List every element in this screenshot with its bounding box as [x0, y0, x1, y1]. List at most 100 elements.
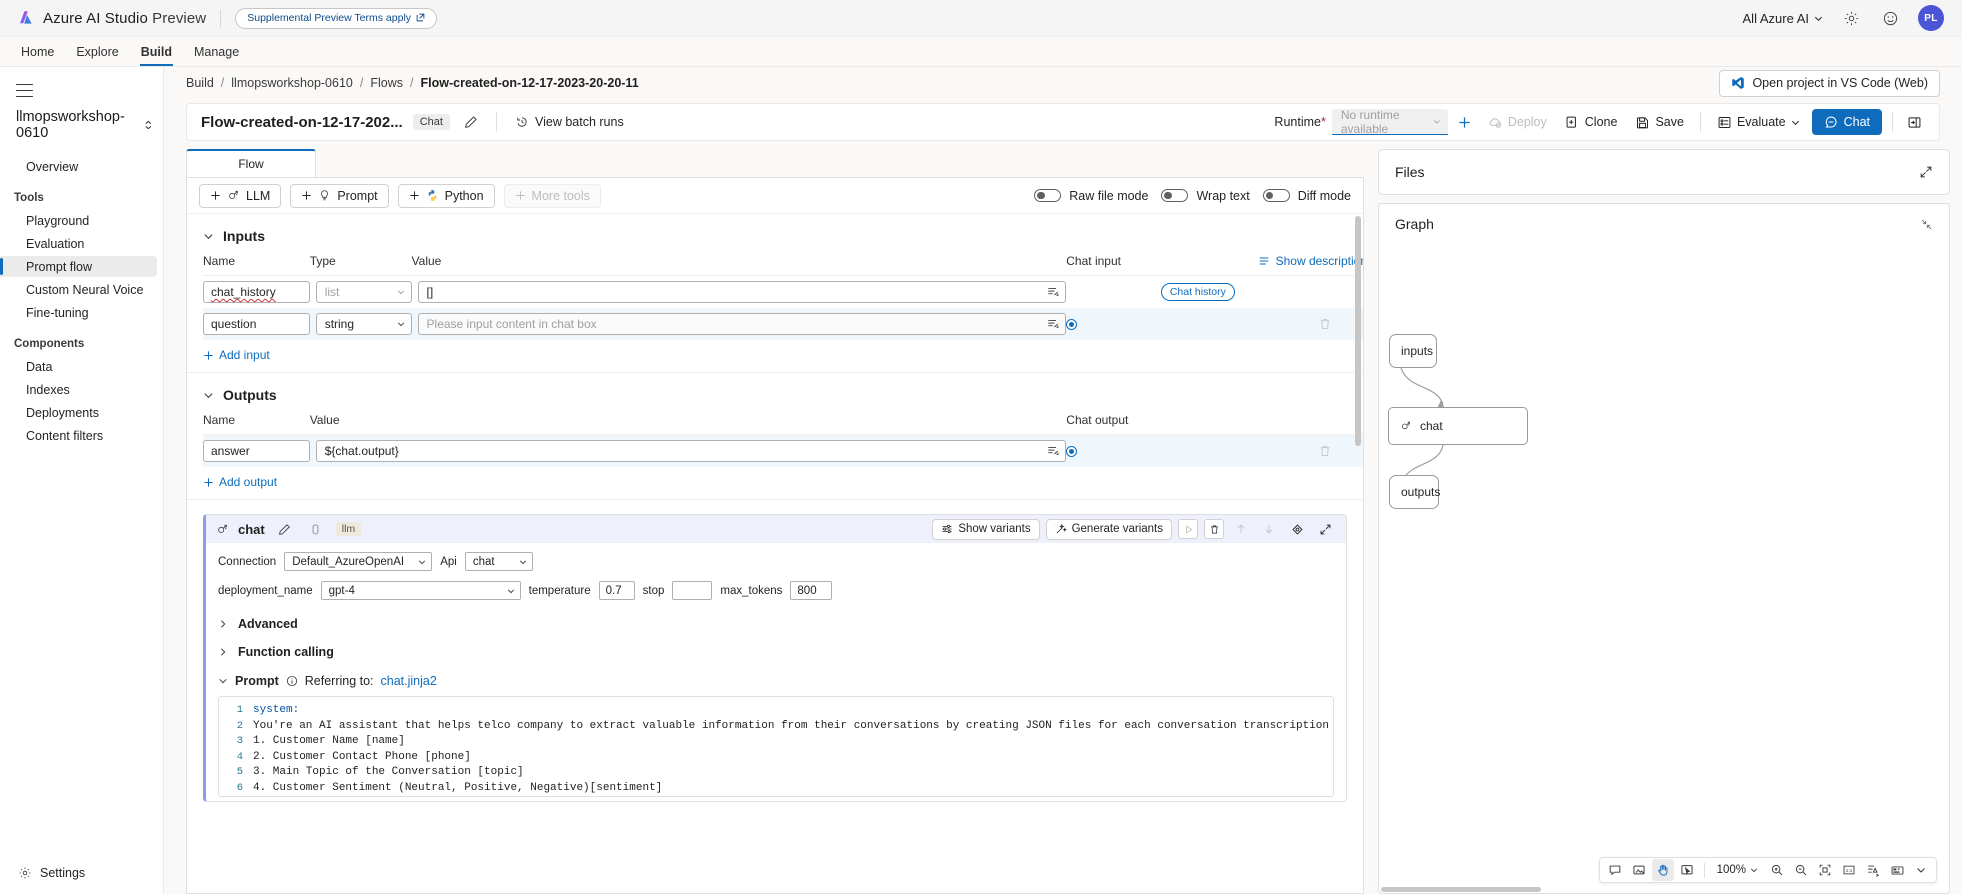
- minimap-icon[interactable]: [1886, 859, 1908, 881]
- temperature-input[interactable]: 0.7: [598, 581, 635, 600]
- add-prompt-tool-button[interactable]: Prompt: [290, 183, 389, 208]
- add-input-button[interactable]: Add input: [203, 348, 1363, 362]
- input-value-field[interactable]: Please input content in chat box: [417, 313, 1067, 335]
- preview-terms-link[interactable]: Supplemental Preview Terms apply: [235, 7, 438, 29]
- fit-screen-icon[interactable]: [1814, 859, 1836, 881]
- auto-layout-icon[interactable]: [1862, 859, 1884, 881]
- panel-right-icon[interactable]: [1903, 111, 1925, 133]
- chat-input-radio[interactable]: [1066, 318, 1078, 330]
- sidebar-item-fine-tuning[interactable]: Fine-tuning: [0, 302, 157, 323]
- avatar[interactable]: PL: [1918, 5, 1944, 31]
- add-output-button[interactable]: Add output: [203, 475, 1363, 489]
- sidebar-item-deployments[interactable]: Deployments: [0, 402, 157, 423]
- graph-horizontal-scrollbar[interactable]: [1379, 886, 1949, 893]
- hand-icon[interactable]: [1651, 859, 1674, 881]
- save-button[interactable]: Save: [1629, 111, 1690, 134]
- insert-expression-icon[interactable]: [1047, 286, 1059, 298]
- function-calling-section-toggle[interactable]: Function calling: [218, 638, 1334, 666]
- sidebar-item-overview[interactable]: Overview: [0, 156, 157, 177]
- chat-button[interactable]: Chat: [1811, 109, 1882, 135]
- trash-icon[interactable]: [1204, 519, 1224, 539]
- insert-expression-icon[interactable]: [1047, 445, 1059, 457]
- insert-expression-icon[interactable]: [1047, 318, 1059, 330]
- workspace-switcher[interactable]: llmopsworkshop-0610: [0, 109, 163, 141]
- pencil-icon[interactable]: [460, 111, 482, 133]
- runtime-select[interactable]: No runtime available: [1331, 108, 1448, 136]
- prompt-code-editor[interactable]: 1 system: 2 You're an AI assistant that he…: [218, 696, 1334, 797]
- sidebar-item-playground[interactable]: Playground: [0, 210, 157, 231]
- input-type-select[interactable]: string: [315, 313, 412, 335]
- target-icon[interactable]: [1286, 518, 1308, 540]
- wrap-text-toggle[interactable]: [1161, 189, 1189, 202]
- expand-diagonal-icon[interactable]: [1919, 165, 1933, 179]
- zoom-out-icon[interactable]: [1790, 859, 1812, 881]
- input-name-field[interactable]: question: [203, 313, 310, 335]
- diff-mode-toggle[interactable]: [1262, 189, 1290, 202]
- show-description-button[interactable]: Show description: [1161, 254, 1363, 268]
- pencil-icon[interactable]: [274, 518, 296, 540]
- evaluate-button[interactable]: Evaluate: [1711, 111, 1806, 134]
- sidebar-item-content-filters[interactable]: Content filters: [0, 425, 157, 446]
- sidebar-item-custom-neural-voice[interactable]: Custom Neural Voice: [0, 279, 157, 300]
- screenshot-icon[interactable]: [1628, 859, 1650, 881]
- zoom-level-select[interactable]: 100%: [1711, 864, 1764, 876]
- breadcrumb-build[interactable]: Build: [186, 76, 214, 90]
- open-in-vscode-button[interactable]: Open project in VS Code (Web): [1719, 69, 1940, 97]
- input-name-field[interactable]: chat_history: [203, 281, 310, 303]
- nav-item-manage[interactable]: Manage: [183, 37, 250, 66]
- graph-node-inputs[interactable]: inputs: [1389, 334, 1437, 368]
- sidebar-item-data[interactable]: Data: [0, 356, 157, 377]
- collapse-diagonal-icon[interactable]: [1920, 218, 1933, 231]
- show-variants-button[interactable]: Show variants: [932, 518, 1040, 540]
- sidebar-item-settings[interactable]: Settings: [0, 866, 163, 894]
- api-select[interactable]: chat: [464, 552, 533, 571]
- editor-scrollbar[interactable]: [1354, 216, 1362, 891]
- cursor-box-icon[interactable]: [1676, 859, 1698, 881]
- stop-input[interactable]: [672, 581, 713, 600]
- expand-icon[interactable]: [1314, 518, 1336, 540]
- output-name-field[interactable]: answer: [203, 440, 310, 462]
- input-value-field[interactable]: []: [417, 281, 1067, 303]
- info-icon[interactable]: [286, 675, 298, 687]
- deployment-name-select[interactable]: gpt-4: [320, 581, 521, 600]
- connection-select[interactable]: Default_AzureOpenAI: [284, 552, 433, 571]
- chevron-down-icon[interactable]: [1910, 859, 1932, 881]
- raw-file-mode-toggle[interactable]: [1034, 189, 1062, 202]
- graph-node-outputs[interactable]: outputs: [1389, 475, 1440, 509]
- smiley-icon[interactable]: [1879, 7, 1901, 29]
- brand[interactable]: Azure AI Studio Preview: [18, 10, 206, 27]
- hamburger-menu-icon[interactable]: [16, 84, 33, 97]
- nav-item-explore[interactable]: Explore: [65, 37, 129, 66]
- sidebar-item-evaluation[interactable]: Evaluation: [0, 233, 157, 254]
- max-tokens-input[interactable]: 800: [790, 581, 833, 600]
- prompt-section-header[interactable]: Prompt Referring to: chat.jinja2: [218, 666, 1334, 694]
- outputs-section-header[interactable]: Outputs: [187, 383, 1363, 413]
- nav-item-home[interactable]: Home: [10, 37, 65, 66]
- add-llm-tool-button[interactable]: LLM: [199, 183, 282, 208]
- referring-file-link[interactable]: chat.jinja2: [381, 674, 437, 688]
- add-python-tool-button[interactable]: Python: [397, 183, 495, 208]
- zoom-in-icon[interactable]: [1766, 859, 1788, 881]
- breadcrumb-flows[interactable]: Flows: [370, 76, 403, 90]
- nav-item-build[interactable]: Build: [130, 37, 183, 66]
- editor-scroll-area[interactable]: Inputs Name Type Value Chat input Show d…: [187, 214, 1363, 893]
- graph-canvas[interactable]: inputs chat outputs 100% 1:1: [1379, 244, 1949, 893]
- generate-variants-button[interactable]: Generate variants: [1045, 518, 1172, 540]
- clone-button[interactable]: Clone: [1559, 111, 1624, 134]
- breadcrumb-workspace[interactable]: llmopsworkshop-0610: [231, 76, 353, 90]
- advanced-section-toggle[interactable]: Advanced: [218, 610, 1334, 638]
- add-runtime-button[interactable]: [1454, 111, 1476, 133]
- view-batch-runs-button[interactable]: View batch runs: [511, 111, 628, 133]
- one-to-one-icon[interactable]: 1:1: [1838, 859, 1860, 881]
- sidebar-item-prompt-flow[interactable]: Prompt flow: [0, 256, 157, 277]
- comment-icon[interactable]: [1604, 859, 1626, 881]
- output-value-field[interactable]: ${chat.output}: [315, 440, 1067, 462]
- gear-icon[interactable]: [1840, 7, 1862, 29]
- input-type-select[interactable]: list: [315, 281, 412, 303]
- graph-node-chat[interactable]: chat: [1388, 407, 1528, 445]
- inputs-section-header[interactable]: Inputs: [187, 224, 1363, 254]
- tab-flow[interactable]: Flow: [186, 149, 316, 177]
- all-azure-ai-menu[interactable]: All Azure AI: [1743, 11, 1823, 26]
- chat-output-radio[interactable]: [1066, 445, 1078, 457]
- copy-icon[interactable]: [305, 518, 327, 540]
